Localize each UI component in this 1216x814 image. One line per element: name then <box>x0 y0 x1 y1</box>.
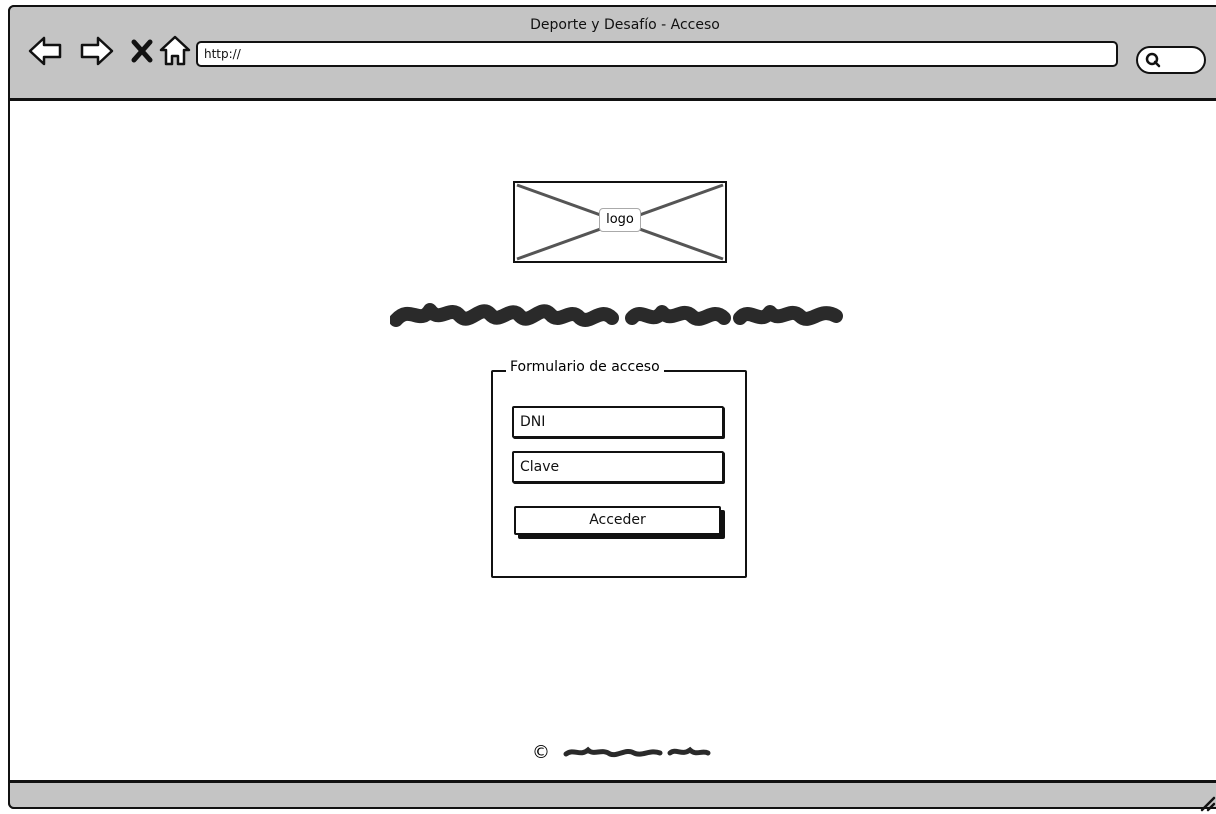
submit-button[interactable]: Acceder <box>514 506 721 535</box>
footer-text-scribble <box>563 746 711 758</box>
browser-statusbar <box>8 780 1216 809</box>
back-arrow-icon[interactable] <box>27 33 63 69</box>
search-icon <box>1145 52 1161 68</box>
url-input[interactable] <box>196 41 1118 67</box>
search-button[interactable] <box>1136 46 1206 74</box>
dni-input[interactable] <box>512 406 724 438</box>
logo-label: logo <box>599 208 641 232</box>
login-form-legend: Formulario de acceso <box>506 359 664 375</box>
window-title: Deporte y Desafío - Acceso <box>530 17 720 33</box>
forward-arrow-icon[interactable] <box>79 33 115 69</box>
home-icon[interactable] <box>157 33 193 69</box>
close-icon[interactable] <box>125 33 161 69</box>
password-input[interactable] <box>512 451 724 483</box>
site-heading-scribble <box>390 303 843 327</box>
resize-grip-icon[interactable] <box>1196 792 1216 812</box>
copyright-symbol: © <box>532 742 550 763</box>
